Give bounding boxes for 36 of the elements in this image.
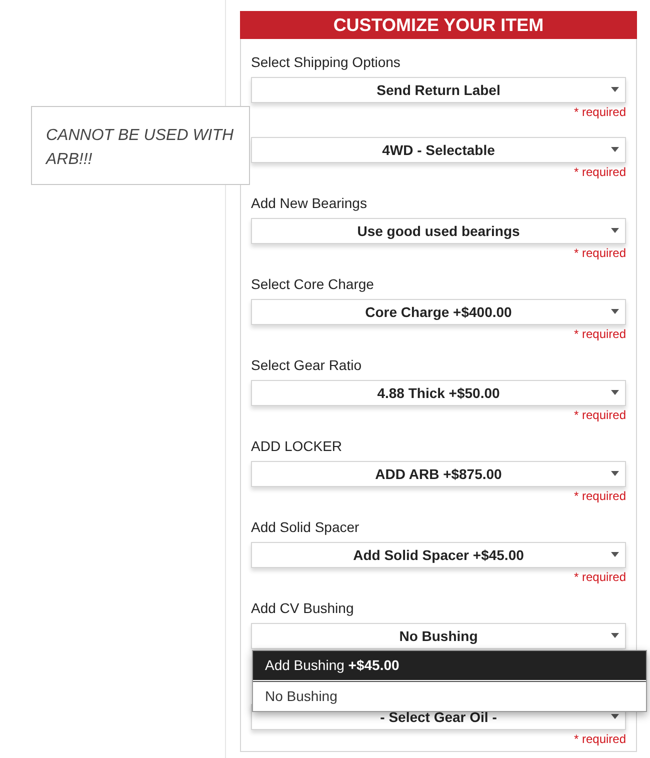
caret-icon [611, 714, 619, 719]
dropdown-select[interactable]: ADD ARB +$875.00 [251, 461, 626, 487]
panel-title: CUSTOMIZE YOUR ITEM [240, 11, 637, 39]
dropdown-select[interactable]: 4WD - Selectable [251, 137, 626, 163]
caret-icon [611, 147, 619, 152]
tooltip: CANNOT BE USED WITH ARB!!! [31, 106, 250, 185]
caret-icon [611, 309, 619, 314]
field-label: Select Shipping Options [251, 53, 402, 71]
dropdown-select[interactable]: Send Return Label [251, 77, 626, 103]
dropdown-option[interactable]: No Bushing [253, 681, 646, 711]
dropdown-select[interactable]: Use good used bearings [251, 218, 626, 244]
required-note: * required [574, 327, 626, 341]
caret-icon [611, 87, 619, 92]
required-note: * required [574, 489, 626, 503]
field-label: Add New Bearings [251, 194, 368, 212]
caret-icon [611, 633, 619, 638]
caret-icon [611, 228, 619, 233]
field-label: ADD LOCKER [251, 437, 344, 455]
dropdown-select[interactable]: No Bushing [251, 623, 626, 649]
field-label: Add CV Bushing [251, 599, 355, 617]
required-note: * required [574, 408, 626, 422]
dropdown-select[interactable]: 4.88 Thick +$50.00 [251, 380, 626, 406]
caret-icon [611, 471, 619, 476]
required-note: * required [574, 105, 626, 119]
required-note: * required [574, 165, 626, 179]
required-note: * required [574, 246, 626, 260]
field-label: Select Core Charge [251, 275, 375, 293]
dropdown-select[interactable]: Add Solid Spacer +$45.00 [251, 542, 626, 568]
dropdown-select[interactable]: Core Charge +$400.00 [251, 299, 626, 325]
caret-icon [611, 390, 619, 395]
required-note: * required [574, 732, 626, 746]
required-note: * required [574, 570, 626, 584]
caret-icon [611, 552, 619, 557]
field-label: Add Solid Spacer [251, 518, 360, 536]
dropdown-option[interactable]: Add Bushing +$45.00 [253, 651, 646, 681]
field-label: Select Gear Ratio [251, 356, 362, 374]
